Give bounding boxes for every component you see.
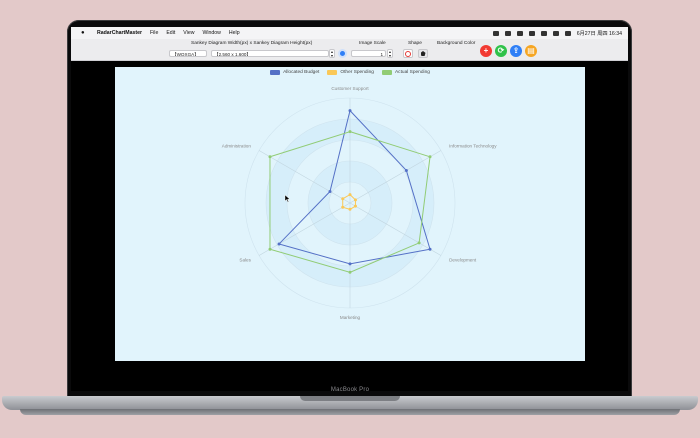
radar-data-point bbox=[348, 193, 352, 197]
scale-input[interactable]: 1 bbox=[351, 50, 386, 57]
radar-data-point bbox=[268, 155, 272, 159]
size-stepper[interactable]: ▲ ▼ bbox=[329, 49, 335, 58]
radar-data-point bbox=[404, 168, 408, 172]
size-label: Sankey Diagram Width(px) x Sankey Diagra… bbox=[191, 41, 313, 46]
menu-bar: ● RadarChartMaster File Edit View Window… bbox=[71, 27, 628, 39]
menu-window[interactable]: Window bbox=[202, 30, 220, 36]
menu-app-name[interactable]: RadarChartMaster bbox=[97, 30, 142, 36]
shape-circle-button[interactable] bbox=[403, 49, 413, 58]
clock[interactable]: 6月27日 周四 16:34 bbox=[577, 30, 622, 37]
laptop-notch bbox=[300, 396, 400, 401]
size-select[interactable]: 【2,560 x 1,600】 bbox=[211, 50, 329, 57]
radar-axis-label: Information Technology bbox=[449, 143, 497, 148]
wifi-icon[interactable] bbox=[540, 30, 547, 36]
radar-data-point bbox=[428, 247, 432, 251]
control-center-icon[interactable] bbox=[564, 30, 571, 36]
radar-data-point bbox=[348, 207, 352, 211]
radar-chart: Customer Support Information Technology De… bbox=[222, 86, 497, 320]
status-icon[interactable] bbox=[492, 30, 499, 36]
laptop-base-bottom bbox=[20, 409, 680, 415]
radar-data-point bbox=[348, 262, 352, 266]
menu-edit[interactable]: Edit bbox=[166, 30, 175, 36]
radar-data-point bbox=[353, 204, 357, 208]
radar-data-point bbox=[341, 205, 345, 209]
radar-axis-label: Customer Support bbox=[331, 86, 369, 91]
radar-data-point bbox=[417, 241, 421, 245]
radar-data-point bbox=[348, 130, 352, 134]
preset-select[interactable]: 【WQXGA】 bbox=[169, 50, 207, 57]
share-button[interactable]: ⇪ bbox=[510, 45, 522, 57]
menu-help[interactable]: Help bbox=[229, 30, 240, 36]
chart-area: Allocated Budget Other Spending Actual S… bbox=[115, 67, 585, 361]
status-icon[interactable] bbox=[504, 30, 511, 36]
background-color-label: Background Color bbox=[437, 41, 476, 46]
export-button[interactable]: ▤ bbox=[525, 45, 537, 57]
screen: ● RadarChartMaster File Edit View Window… bbox=[71, 27, 628, 391]
device-brand: MacBook Pro bbox=[330, 387, 370, 393]
radar-data-point bbox=[328, 189, 332, 193]
menu-view[interactable]: View bbox=[183, 30, 194, 36]
radar-data-point bbox=[348, 270, 352, 274]
scale-label: Image Scale bbox=[359, 41, 386, 46]
size-toggle-button[interactable] bbox=[338, 49, 347, 58]
shape-polygon-button[interactable] bbox=[418, 49, 428, 58]
radar-data-point bbox=[353, 198, 357, 202]
menu-file[interactable]: File bbox=[150, 30, 158, 36]
search-icon[interactable] bbox=[552, 30, 559, 36]
radar-axis-label: Administration bbox=[222, 143, 252, 148]
radar-axis-label: Marketing bbox=[340, 315, 361, 320]
refresh-button[interactable]: ⟳ bbox=[495, 45, 507, 57]
radar-data-point bbox=[341, 197, 345, 201]
scale-stepper[interactable]: ▲ ▼ bbox=[387, 49, 393, 58]
toolbar: Sankey Diagram Width(px) x Sankey Diagra… bbox=[71, 39, 628, 61]
battery-icon[interactable] bbox=[528, 30, 535, 36]
radar-data-point bbox=[277, 242, 281, 246]
add-button[interactable]: + bbox=[480, 45, 492, 57]
shape-label: Shape bbox=[408, 41, 422, 46]
status-icon[interactable] bbox=[516, 30, 523, 36]
radar-data-point bbox=[428, 155, 432, 159]
radar-axis-label: Development bbox=[449, 258, 477, 263]
status-area: 6月27日 周四 16:34 bbox=[492, 30, 622, 37]
radar-axis-label: Sales bbox=[239, 258, 251, 263]
radar-data-point bbox=[348, 109, 352, 113]
apple-icon[interactable]: ● bbox=[81, 30, 89, 36]
radar-data-point bbox=[268, 247, 272, 251]
